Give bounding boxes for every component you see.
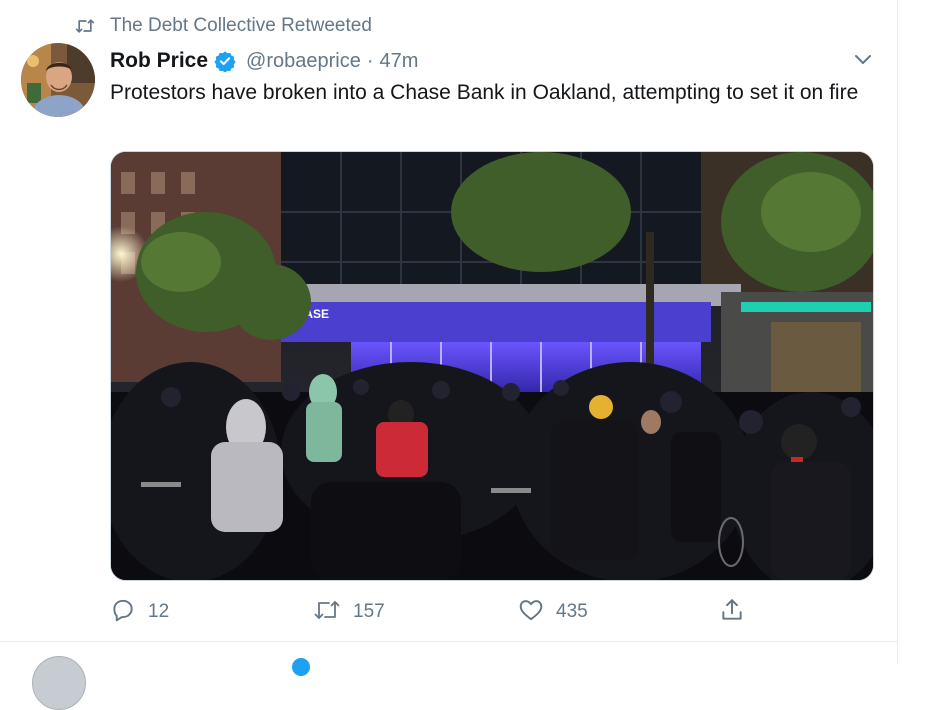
author-name[interactable]: Rob Price <box>110 49 208 73</box>
reply-button[interactable]: 12 <box>110 596 169 628</box>
retweet-button[interactable]: 157 <box>313 596 385 628</box>
retweet-count: 157 <box>353 601 385 622</box>
share-button[interactable] <box>719 596 745 628</box>
tweet-text: Protestors have broken into a Chase Bank… <box>110 81 859 104</box>
verified-badge-icon <box>214 50 236 72</box>
share-icon <box>719 597 745 628</box>
header-separator: · <box>366 49 374 72</box>
like-count: 435 <box>556 601 588 622</box>
next-tweet-verified-badge-icon <box>292 658 310 676</box>
retweet-context-label: The Debt Collective Retweeted <box>110 15 372 36</box>
retweet-icon <box>75 17 95 35</box>
timeline-feed: The Debt Collective Retweeted Rob Price <box>0 0 898 710</box>
author-handle[interactable]: @robaeprice <box>246 50 361 73</box>
next-tweet-avatar[interactable] <box>32 656 86 710</box>
retweet-action-icon <box>313 597 341 628</box>
retweet-context[interactable]: The Debt Collective Retweeted <box>75 14 372 38</box>
tweet-photo[interactable]: CHASE <box>110 151 874 581</box>
like-button[interactable]: 435 <box>518 596 588 628</box>
like-icon <box>518 597 544 628</box>
tweet-divider <box>0 641 897 642</box>
tweet[interactable]: The Debt Collective Retweeted Rob Price <box>0 0 897 641</box>
tweet-actions: 12 157 435 <box>110 596 874 628</box>
tweet-timestamp[interactable]: 47m <box>380 50 419 73</box>
reply-icon <box>110 597 136 628</box>
tweet-header: Rob Price @robaeprice · 47m <box>110 46 418 76</box>
reply-count: 12 <box>148 601 170 622</box>
avatar[interactable] <box>21 43 95 117</box>
chevron-down-icon[interactable] <box>852 50 874 68</box>
